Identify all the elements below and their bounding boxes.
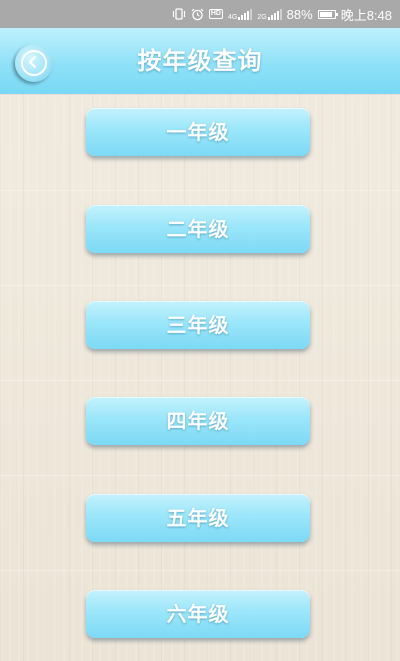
grade-button-1[interactable]: 一年级: [86, 108, 310, 156]
signal-bars-icon: [267, 8, 282, 20]
grade-button-3[interactable]: 三年级: [86, 301, 310, 349]
title-bar: 按年级查询: [0, 28, 400, 94]
signal-bars-icon: [238, 8, 253, 20]
app-screen: HD 4G 2G 88% 晚上8:48 按年级查询 一年级 二年级 三年级 四年…: [0, 0, 400, 661]
alarm-icon: [191, 8, 204, 21]
battery-percent: 88%: [286, 6, 313, 22]
back-button[interactable]: [15, 44, 53, 82]
vibrate-icon: [172, 8, 186, 20]
battery-icon: [317, 9, 338, 19]
clock-time: 晚上8:48: [340, 7, 392, 23]
network-type-1: 4G: [227, 13, 238, 21]
grade-button-5[interactable]: 五年级: [86, 494, 310, 542]
grade-button-4[interactable]: 四年级: [86, 397, 310, 445]
grade-button-2[interactable]: 二年级: [86, 205, 310, 253]
network-type-2: 2G: [257, 13, 267, 21]
signal-sim1: 4G: [227, 8, 253, 21]
page-title: 按年级查询: [137, 47, 263, 75]
grade-button-6[interactable]: 六年级: [86, 590, 310, 638]
hd-badge: HD: [208, 9, 223, 19]
hd-icon: HD: [208, 9, 223, 19]
signal-sim2: 2G: [257, 8, 282, 21]
chevron-left-icon: [29, 56, 36, 68]
status-bar: HD 4G 2G 88% 晚上8:48: [0, 0, 400, 28]
